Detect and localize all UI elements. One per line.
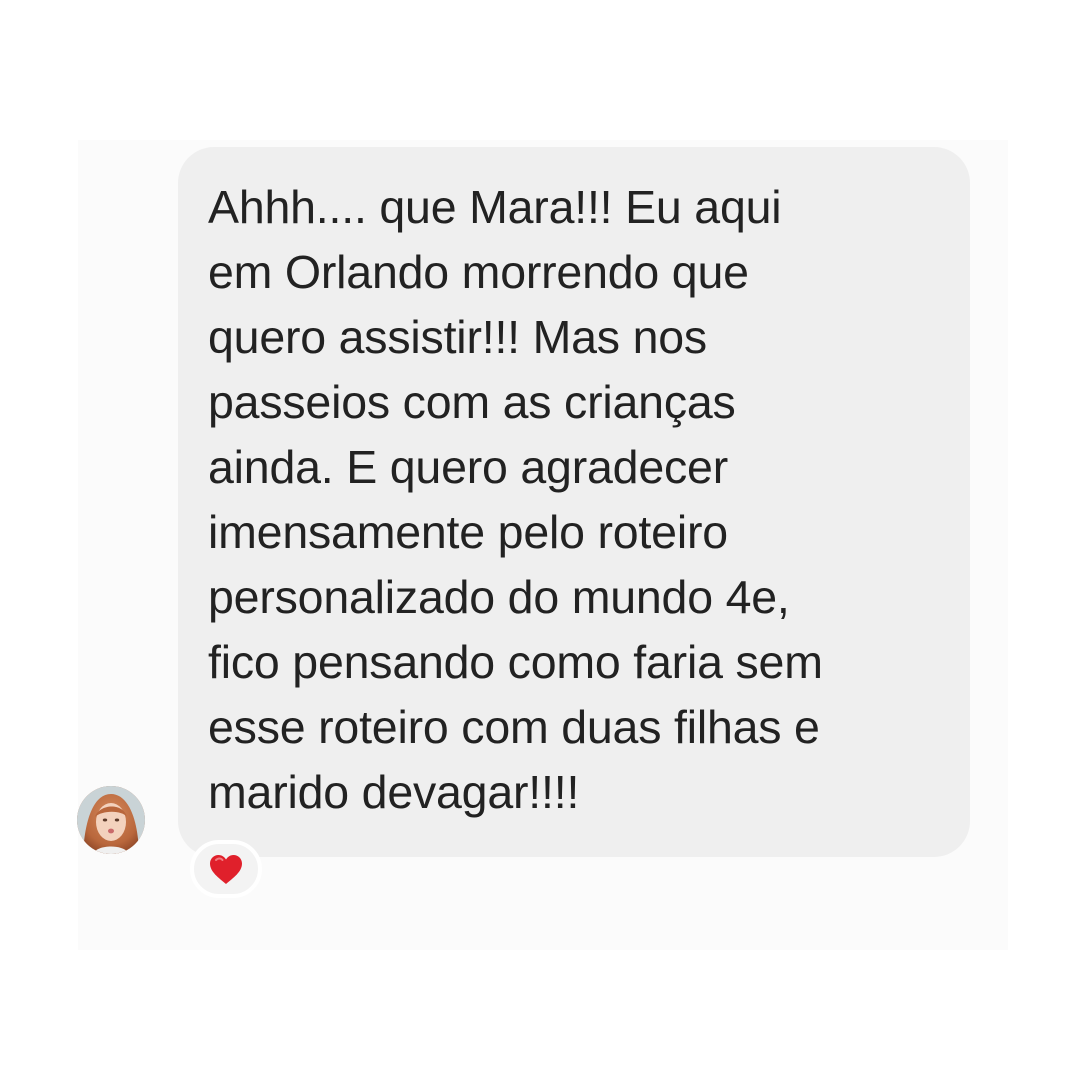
message-text: Ahhh.... que Mara!!! Eu aqui em Orlando … (208, 181, 823, 818)
message-bubble[interactable]: Ahhh.... que Mara!!! Eu aqui em Orlando … (178, 147, 970, 857)
avatar-portrait-icon (77, 786, 145, 854)
heart-icon (210, 855, 242, 884)
sender-avatar[interactable] (77, 786, 145, 854)
reaction-badge[interactable] (190, 840, 262, 898)
